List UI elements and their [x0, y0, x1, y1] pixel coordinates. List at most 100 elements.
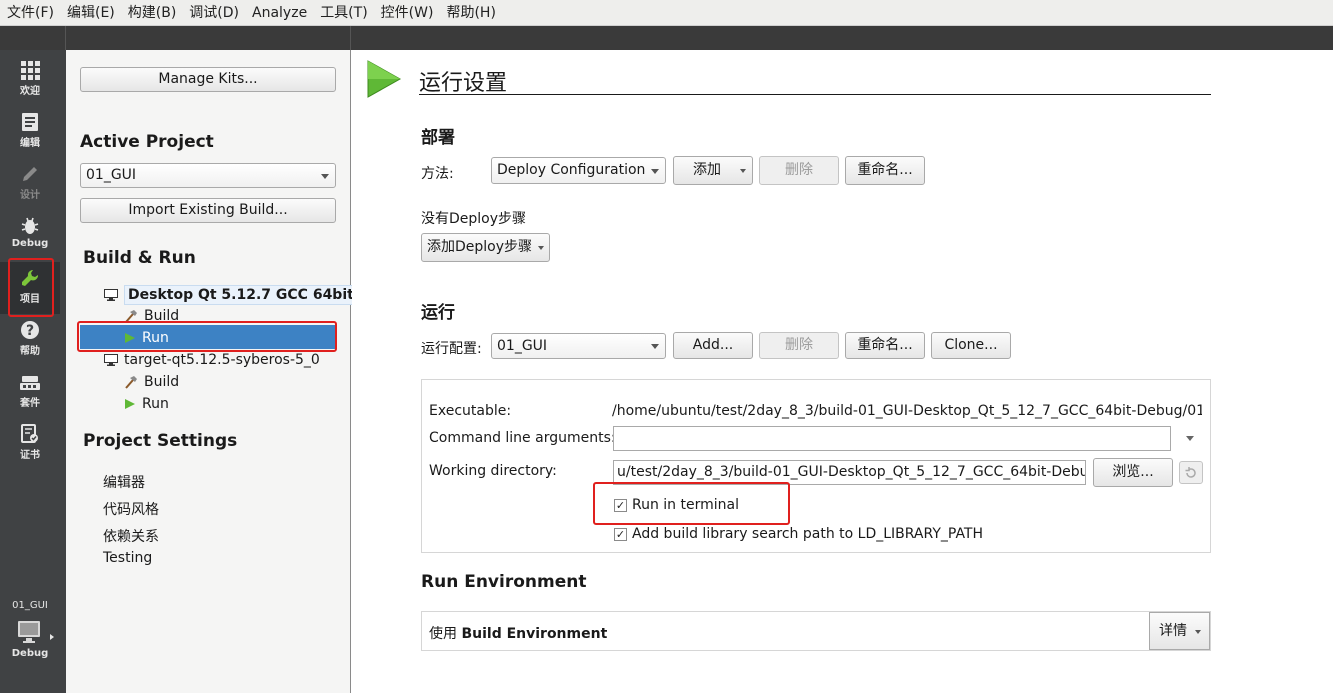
- kit-desktop[interactable]: Desktop Qt 5.12.7 GCC 64bit: [104, 285, 358, 305]
- title-underline: [419, 94, 1211, 95]
- play-icon: [367, 60, 402, 98]
- run-rename-button[interactable]: 重命名...: [845, 332, 925, 359]
- run-label: Run: [142, 330, 169, 346]
- toolbar-segment: [0, 26, 66, 50]
- args-input[interactable]: [613, 426, 1171, 451]
- pencil-icon: [23, 167, 37, 181]
- deploy-config-value: Deploy Configuration: [497, 162, 646, 178]
- kit-syberos[interactable]: target-qt5.12.5-syberos-5_0: [104, 352, 320, 368]
- target-project-label: 01_GUI: [12, 600, 48, 611]
- settings-testing[interactable]: Testing: [103, 550, 152, 566]
- menu-build[interactable]: 构建(B): [121, 0, 183, 26]
- monitor-icon: [18, 621, 40, 643]
- deploy-method-label: 方法:: [421, 166, 454, 182]
- kits-icon: [20, 376, 40, 390]
- active-project-combo[interactable]: 01_GUI: [80, 163, 336, 188]
- mode-debug[interactable]: Debug: [0, 210, 60, 262]
- environment-value: Build Environment: [461, 626, 608, 642]
- import-build-button[interactable]: Import Existing Build...: [80, 198, 336, 223]
- svg-text:?: ?: [26, 323, 34, 339]
- run-heading: 运行: [421, 303, 455, 323]
- menu-widgets[interactable]: 控件(W): [374, 0, 440, 26]
- kit-syberos-run[interactable]: Run: [124, 396, 169, 412]
- help-icon: ?: [21, 321, 39, 339]
- run-remove-button[interactable]: 删除: [759, 332, 839, 359]
- deploy-add-label: 添加: [693, 162, 721, 178]
- run-in-terminal-checkbox[interactable]: ✓: [614, 499, 627, 512]
- run-settings-panel: 运行设置 部署 方法: Deploy Configuration 添加 删除 重…: [352, 50, 1333, 693]
- menu-debug[interactable]: 调试(D): [182, 0, 245, 26]
- menu-bar: 文件(F) 编辑(E) 构建(B) 调试(D) Analyze 工具(T) 控件…: [0, 0, 1333, 26]
- expand-arrow-icon: [50, 634, 54, 640]
- deploy-config-combo[interactable]: Deploy Configuration: [491, 157, 666, 184]
- mode-label: Debug: [11, 238, 49, 249]
- target-selector[interactable]: Debug: [0, 618, 60, 674]
- deploy-remove-button[interactable]: 删除: [759, 156, 839, 185]
- play-icon: [125, 399, 135, 409]
- run-add-button[interactable]: Add...: [673, 332, 753, 359]
- workdir-input[interactable]: u/test/2day_8_3/build-01_GUI-Desktop_Qt_…: [613, 460, 1086, 485]
- chevron-down-icon: [321, 173, 329, 179]
- menu-file[interactable]: 文件(F): [0, 0, 60, 26]
- executable-value: /home/ubuntu/test/2day_8_3/build-01_GUI-…: [612, 403, 1202, 419]
- run-clone-button[interactable]: Clone...: [931, 332, 1011, 359]
- mode-license[interactable]: 证书: [0, 418, 60, 470]
- mode-help[interactable]: ? 帮助: [0, 314, 60, 366]
- args-dropdown-icon[interactable]: [1186, 436, 1194, 441]
- run-environment-heading: Run Environment: [421, 572, 587, 592]
- environment-details-button[interactable]: 详情: [1149, 612, 1210, 650]
- run-config-combo[interactable]: 01_GUI: [491, 333, 666, 359]
- project-sidebar: Manage Kits... Active Project 01_GUI Imp…: [66, 50, 358, 693]
- reset-workdir-button[interactable]: [1179, 461, 1203, 484]
- mode-design[interactable]: 设计: [0, 158, 60, 210]
- mode-label: 项目: [20, 294, 40, 305]
- settings-editor[interactable]: 编辑器: [103, 472, 145, 492]
- project-settings-heading: Project Settings: [83, 431, 238, 451]
- page-title: 运行设置: [419, 71, 508, 96]
- chevron-down-icon: [651, 344, 659, 349]
- reset-icon: [1185, 467, 1196, 478]
- manage-kits-button[interactable]: Manage Kits...: [80, 67, 336, 92]
- browse-button[interactable]: 浏览...: [1093, 458, 1173, 487]
- ld-library-path-checkbox[interactable]: ✓: [614, 528, 627, 541]
- executable-label: Executable:: [429, 403, 512, 419]
- environment-prefix: 使用: [429, 626, 462, 642]
- mode-welcome[interactable]: 欢迎: [0, 54, 60, 106]
- mode-label: 编辑: [20, 138, 40, 149]
- ld-library-path-label: Add build library search path to LD_LIBR…: [632, 526, 984, 542]
- menu-help[interactable]: 帮助(H): [439, 0, 501, 26]
- kit-desktop-build[interactable]: Build: [124, 308, 179, 324]
- certificate-icon: [21, 424, 38, 443]
- mode-label: 欢迎: [20, 86, 40, 97]
- hammer-icon: [125, 310, 137, 323]
- monitor-icon: [104, 354, 118, 366]
- kit-syberos-build[interactable]: Build: [124, 374, 179, 390]
- add-deploy-step-button[interactable]: 添加Deploy步骤: [421, 233, 550, 262]
- mode-label: 证书: [20, 450, 40, 461]
- deploy-rename-button[interactable]: 重命名...: [845, 156, 925, 185]
- mode-kits[interactable]: 套件: [0, 366, 60, 418]
- bug-icon: [21, 217, 39, 234]
- environment-summary: 使用 Build Environment: [429, 623, 607, 643]
- build-label: Build: [144, 374, 180, 390]
- add-deploy-step-label: 添加Deploy步骤: [427, 239, 533, 255]
- kit-desktop-run[interactable]: Run: [124, 330, 169, 346]
- mode-bar: 欢迎 编辑 设计 Debug 项目 ? 帮助 套件 证书 01_GUI Debu…: [0, 50, 66, 693]
- target-mode-label: Debug: [11, 648, 49, 659]
- settings-dependencies[interactable]: 依赖关系: [103, 526, 159, 546]
- mode-edit[interactable]: 编辑: [0, 106, 60, 158]
- deploy-add-button[interactable]: 添加: [673, 156, 753, 185]
- top-toolbar-strip: [0, 26, 1333, 50]
- document-icon: [22, 113, 38, 131]
- mode-label: 设计: [20, 190, 40, 201]
- settings-code-style[interactable]: 代码风格: [103, 499, 159, 519]
- play-icon: [125, 333, 135, 343]
- mode-projects[interactable]: 项目: [0, 262, 60, 314]
- menu-tools[interactable]: 工具(T): [313, 0, 373, 26]
- chevron-down-icon: [651, 168, 659, 174]
- run-config-label: 运行配置:: [421, 341, 482, 357]
- menu-edit[interactable]: 编辑(E): [60, 0, 121, 26]
- run-label: Run: [142, 396, 169, 412]
- grid-icon: [21, 61, 40, 80]
- menu-analyze[interactable]: Analyze: [245, 0, 313, 26]
